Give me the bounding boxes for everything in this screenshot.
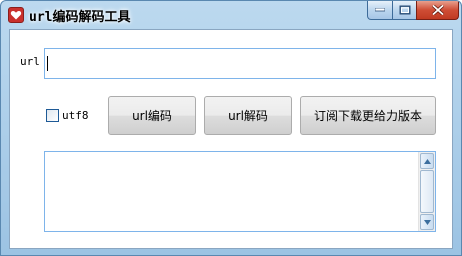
scroll-up-button[interactable] xyxy=(420,153,434,169)
utf8-checkbox-label[interactable]: utf8 xyxy=(62,109,89,122)
vertical-scrollbar[interactable] xyxy=(418,152,435,231)
url-label: url xyxy=(20,55,40,68)
minimize-icon xyxy=(375,8,385,12)
arrow-up-icon xyxy=(424,159,431,164)
output-textarea[interactable] xyxy=(44,151,436,232)
heart-app-icon xyxy=(8,7,24,23)
minimize-button[interactable] xyxy=(367,1,393,20)
scroll-thumb[interactable] xyxy=(420,170,434,213)
text-caret xyxy=(47,56,48,71)
download-pro-version-button[interactable]: 订阅下载更给力版本 xyxy=(300,96,436,135)
arrow-down-icon xyxy=(424,220,431,225)
url-encode-button[interactable]: url编码 xyxy=(108,96,196,135)
maximize-icon xyxy=(399,5,410,15)
close-icon xyxy=(431,5,444,15)
utf8-checkbox[interactable] xyxy=(46,109,59,122)
app-window: url编码解码工具 url utf8 url编码 url解码 订阅下载更给力版本 xyxy=(0,0,462,256)
url-decode-button[interactable]: url解码 xyxy=(204,96,292,135)
scroll-down-button[interactable] xyxy=(420,214,434,230)
url-input[interactable] xyxy=(44,48,436,79)
maximize-button[interactable] xyxy=(392,1,417,20)
close-button[interactable] xyxy=(416,1,459,20)
output-text[interactable] xyxy=(47,154,417,229)
title-bar[interactable]: url编码解码工具 xyxy=(1,1,461,29)
window-title: url编码解码工具 xyxy=(29,10,131,25)
